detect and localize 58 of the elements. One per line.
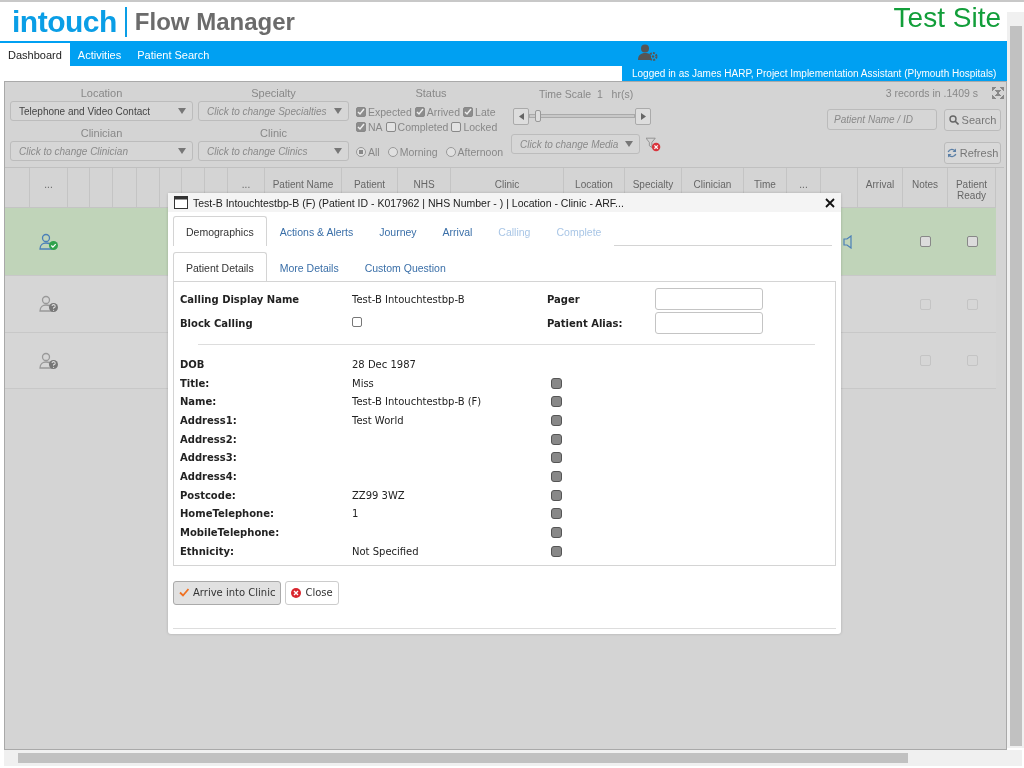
close-button[interactable]: Close <box>285 580 339 605</box>
status-checkbox[interactable]: Expected <box>356 105 412 118</box>
media-select[interactable]: Click to change Media <box>511 134 640 154</box>
nav-tab[interactable]: Patient Search <box>129 43 218 66</box>
field-value: Test-B Intouchtestbp-B <box>352 293 466 305</box>
field-label: Address4: <box>180 470 237 482</box>
nav-tab[interactable]: Activities <box>69 43 130 66</box>
field-label: DOB <box>180 358 205 370</box>
search-button[interactable]: Search <box>944 109 1001 131</box>
logo: intouch <box>12 4 117 39</box>
field-label: Calling Display Name <box>180 293 301 305</box>
filter-label: Location <box>80 86 123 101</box>
field-label: Address3: <box>180 452 237 464</box>
field-label: Address1: <box>180 414 237 426</box>
field-label: Ethnicity: <box>180 545 234 557</box>
patient-search-field[interactable]: Patient Name / ID <box>827 109 937 130</box>
status-checkbox[interactable]: Late <box>463 105 496 118</box>
product-name: Flow Manager <box>134 7 295 36</box>
filter-label: Clinic <box>260 126 287 141</box>
nav-tab[interactable]: Dashboard <box>0 43 70 66</box>
arrive-button[interactable]: Arrive into Clinic <box>173 580 282 605</box>
field-label: Pager <box>547 293 581 305</box>
specialty-select[interactable]: Click to change Specialties <box>198 101 349 121</box>
clinician-select[interactable]: Click to change Clinician <box>10 141 193 161</box>
session-radio[interactable]: All <box>356 145 380 158</box>
status-checkbox[interactable]: Completed <box>385 120 449 133</box>
filter-label: Clinician <box>80 126 123 141</box>
session-radio[interactable]: Morning <box>387 145 438 158</box>
field-label: Postcode: <box>180 489 236 501</box>
field-value: 1 <box>352 508 359 520</box>
field-label: HomeTelephone: <box>180 508 274 520</box>
session-radio[interactable]: Afternoon <box>445 145 504 158</box>
dialog-tab[interactable]: Demographics <box>173 216 267 246</box>
field-label: Patient Alias: <box>547 317 624 329</box>
field-value: Test-B Intouchtestbp-B (F) <box>352 396 482 408</box>
field-value: Test World <box>352 414 404 426</box>
field-label: Title: <box>180 377 210 389</box>
subtab[interactable]: Patient Details <box>173 252 267 282</box>
records-count: 3 records in .1409 s <box>885 87 978 99</box>
clinic-select[interactable]: Click to change Clinics <box>198 141 349 161</box>
field-value: 28 Dec 1987 <box>352 358 416 370</box>
status-checkbox[interactable]: NA <box>356 120 383 133</box>
field-label: Address2: <box>180 433 237 445</box>
field-label: Name: <box>180 396 217 408</box>
site-name: Test Site <box>893 2 1001 34</box>
status-checkbox[interactable]: Arrived <box>414 105 461 118</box>
location-select[interactable]: Telephone and Video Contact <box>10 101 193 121</box>
refresh-button[interactable]: Refresh <box>944 142 1001 164</box>
login-info: Logged in as James HARP, Project Implementation Assistant (Plymouth Hospitals) <box>632 68 997 79</box>
field-value: Not Specified <box>352 545 419 557</box>
field-value: Miss <box>352 377 374 389</box>
filter-label: Status <box>415 86 447 101</box>
status-checkbox[interactable]: Locked <box>451 120 498 133</box>
field-label: Block Calling <box>180 317 254 329</box>
filter-label: Specialty <box>251 86 296 101</box>
field-label: MobileTelephone: <box>180 527 280 539</box>
field-value: ZZ99 3WZ <box>352 489 405 501</box>
time-scale-label: Time Scale 1 hr(s) <box>538 87 635 101</box>
